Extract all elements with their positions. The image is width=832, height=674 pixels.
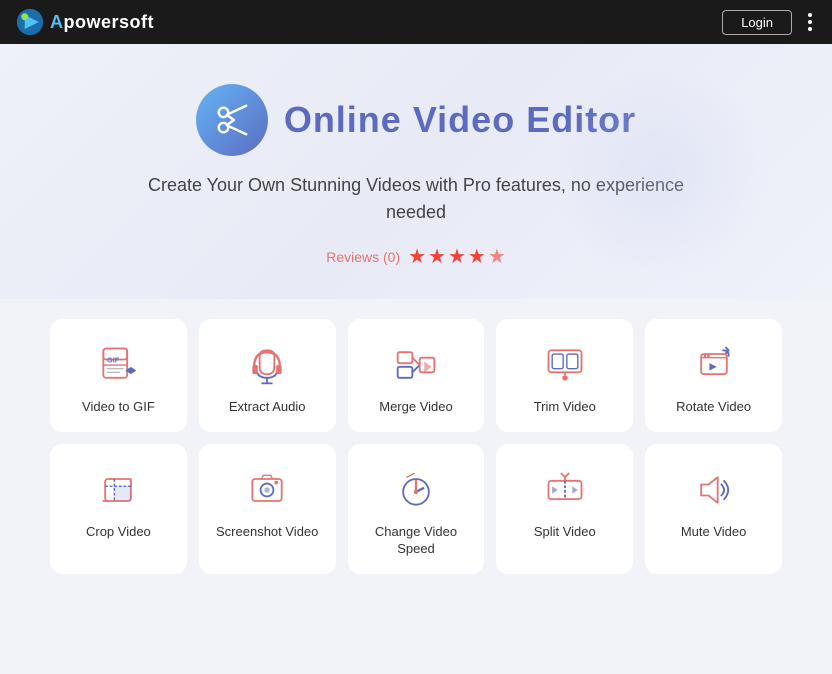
split-video-icon [541, 466, 589, 514]
star-5: ★ [488, 244, 506, 269]
scissors-icon [213, 101, 251, 139]
star-3: ★ [448, 244, 466, 269]
more-menu-button[interactable] [804, 9, 816, 35]
tool-split-video[interactable]: Split Video [496, 444, 633, 574]
tool-video-to-gif[interactable]: GIF Video to GIF [50, 319, 187, 432]
svg-text:GIF: GIF [107, 355, 120, 364]
app-header: Apowersoft Login [0, 0, 832, 44]
crop-video-icon [94, 466, 142, 514]
extract-audio-icon [243, 341, 291, 389]
header-actions: Login [722, 9, 816, 35]
tool-change-video-speed-label: Change Video Speed [358, 524, 475, 558]
mute-video-icon [690, 466, 738, 514]
tool-extract-audio-label: Extract Audio [229, 399, 306, 416]
tools-section: GIF Video to GIF [0, 299, 832, 594]
tool-rotate-video-label: Rotate Video [676, 399, 751, 416]
tool-merge-video-label: Merge Video [379, 399, 452, 416]
tool-trim-video[interactable]: Trim Video [496, 319, 633, 432]
hero-app-icon [196, 84, 268, 156]
reviews-section: Reviews (0) ★ ★ ★ ★ ★ [20, 244, 812, 269]
star-4: ★ [468, 244, 486, 269]
tools-grid: GIF Video to GIF [50, 319, 782, 574]
tool-extract-audio[interactable]: Extract Audio [199, 319, 336, 432]
tool-trim-video-label: Trim Video [534, 399, 596, 416]
app-logo-icon [16, 8, 44, 36]
hero-section: Online Video Editor Create Your Own Stun… [0, 44, 832, 299]
tool-mute-video[interactable]: Mute Video [645, 444, 782, 574]
merge-video-icon [392, 341, 440, 389]
hero-title: Online Video Editor [284, 99, 636, 141]
trim-video-icon [541, 341, 589, 389]
tool-mute-video-label: Mute Video [681, 524, 747, 541]
rotate-video-icon [690, 341, 738, 389]
hero-icon-area: Online Video Editor [20, 84, 812, 156]
star-rating: ★ ★ ★ ★ ★ [408, 244, 506, 269]
tool-screenshot-video-label: Screenshot Video [216, 524, 318, 541]
star-2: ★ [428, 244, 446, 269]
tool-merge-video[interactable]: Merge Video [348, 319, 485, 432]
tool-change-video-speed[interactable]: Change Video Speed [348, 444, 485, 574]
change-video-speed-icon [392, 466, 440, 514]
hero-subtitle: Create Your Own Stunning Videos with Pro… [136, 172, 696, 226]
video-to-gif-icon: GIF [94, 341, 142, 389]
reviews-label: Reviews (0) [326, 249, 400, 265]
star-1: ★ [408, 244, 426, 269]
login-button[interactable]: Login [722, 10, 792, 35]
tool-crop-video[interactable]: Crop Video [50, 444, 187, 574]
tool-crop-video-label: Crop Video [86, 524, 151, 541]
screenshot-video-icon [243, 466, 291, 514]
logo: Apowersoft [16, 8, 154, 36]
tool-rotate-video[interactable]: Rotate Video [645, 319, 782, 432]
tool-video-to-gif-label: Video to GIF [82, 399, 155, 416]
tool-split-video-label: Split Video [534, 524, 596, 541]
tool-screenshot-video[interactable]: Screenshot Video [199, 444, 336, 574]
logo-text: Apowersoft [50, 12, 154, 33]
